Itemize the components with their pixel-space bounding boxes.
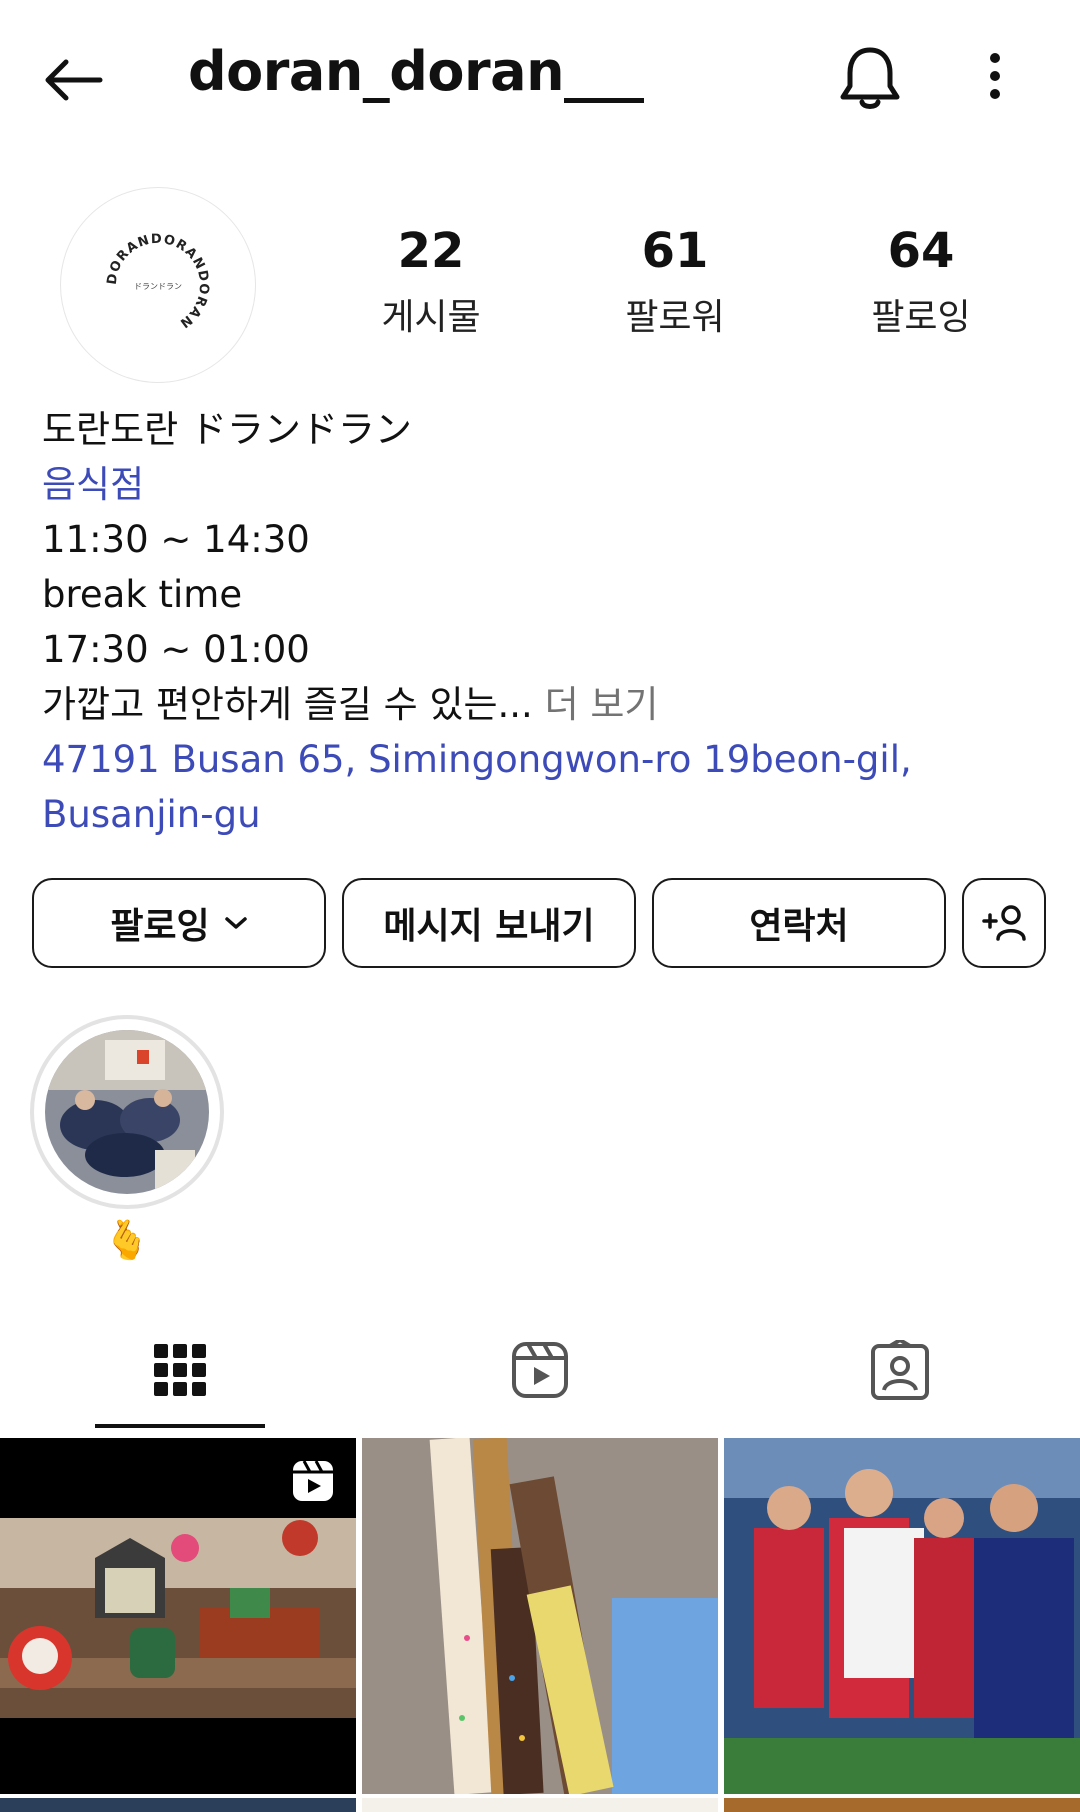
bio-hours-dinner: 17:30 ~ 01:00 [42, 628, 310, 671]
stat-following[interactable]: 64 팔로잉 [821, 225, 1021, 340]
bio-description-text: 가깝고 편안하게 즐길 수 있는... [42, 683, 533, 726]
address-link-line2[interactable]: Busanjin-gu [42, 787, 1042, 842]
more-vertical-icon[interactable] [960, 42, 1030, 112]
profile-display-name: 도란도란 ドランドラン [42, 408, 412, 451]
highlight-thumbnail [45, 1030, 209, 1194]
reel-indicator-icon [293, 1460, 333, 1501]
stat-followers-label: 팔로워 [625, 296, 725, 338]
bio-break-time: break time [42, 573, 243, 616]
following-button-label: 팔로잉 [110, 906, 210, 947]
stat-posts-label: 게시물 [381, 296, 481, 338]
profile-username: doran_doran___ [188, 40, 644, 103]
message-button-label: 메시지 보내기 [383, 906, 595, 947]
contact-button[interactable]: 연락처 [652, 878, 946, 968]
stat-following-count: 64 [887, 223, 955, 279]
bell-icon[interactable] [832, 40, 908, 116]
tab-grid[interactable] [135, 1335, 225, 1405]
message-button[interactable]: 메시지 보내기 [342, 878, 636, 968]
top-bar: doran_doran___ [0, 0, 1080, 150]
profile-category-link[interactable]: 음식점 [42, 457, 1042, 512]
chevron-down-icon [224, 908, 248, 938]
stat-followers[interactable]: 61 팔로워 [575, 225, 775, 340]
story-highlight[interactable] [30, 1015, 224, 1209]
tab-tagged[interactable] [855, 1335, 945, 1405]
profile-avatar[interactable]: DORANDORANDORAN ドランドラン [60, 187, 256, 383]
add-person-button[interactable] [962, 878, 1046, 968]
tagged-person-icon [871, 1340, 929, 1400]
following-button[interactable]: 팔로잉 [32, 878, 326, 968]
add-person-icon [982, 905, 1026, 941]
highlight-label: 🫰 [103, 1218, 151, 1262]
address-link-line1[interactable]: 47191 Busan 65, Simingongwon-ro 19beon-g… [42, 732, 1042, 787]
stat-posts[interactable]: 22 게시물 [331, 225, 531, 340]
reels-icon [512, 1342, 568, 1398]
post-thumbnail-3[interactable] [724, 1438, 1080, 1794]
stat-followers-count: 61 [641, 223, 709, 279]
post-thumbnail-2[interactable] [362, 1438, 718, 1794]
bio-more-link[interactable]: 더 보기 [533, 683, 659, 726]
contact-button-label: 연락처 [749, 906, 849, 947]
post-thumbnail-6-peek[interactable] [724, 1798, 1080, 1812]
stat-posts-count: 22 [397, 223, 465, 279]
active-tab-indicator [95, 1424, 265, 1428]
bio-description: 가깝고 편안하게 즐길 수 있는... 더 보기 [42, 677, 1042, 732]
logo-inner-text: ドランドラン [134, 282, 182, 291]
post-thumbnail-5-peek[interactable] [362, 1798, 718, 1812]
tab-reels[interactable] [495, 1335, 585, 1405]
post-thumbnail-1[interactable] [0, 1438, 356, 1794]
post-thumbnail-4-peek[interactable] [0, 1798, 356, 1812]
bio-hours-lunch: 11:30 ~ 14:30 [42, 518, 310, 561]
back-arrow-icon[interactable] [38, 45, 108, 115]
stat-following-label: 팔로잉 [871, 296, 971, 338]
grid-icon [154, 1344, 206, 1396]
doran-logo: DORANDORANDORAN ドランドラン [105, 232, 210, 331]
profile-bio: 도란도란 ドランドラン 음식점 11:30 ~ 14:30 break time… [42, 402, 1042, 842]
